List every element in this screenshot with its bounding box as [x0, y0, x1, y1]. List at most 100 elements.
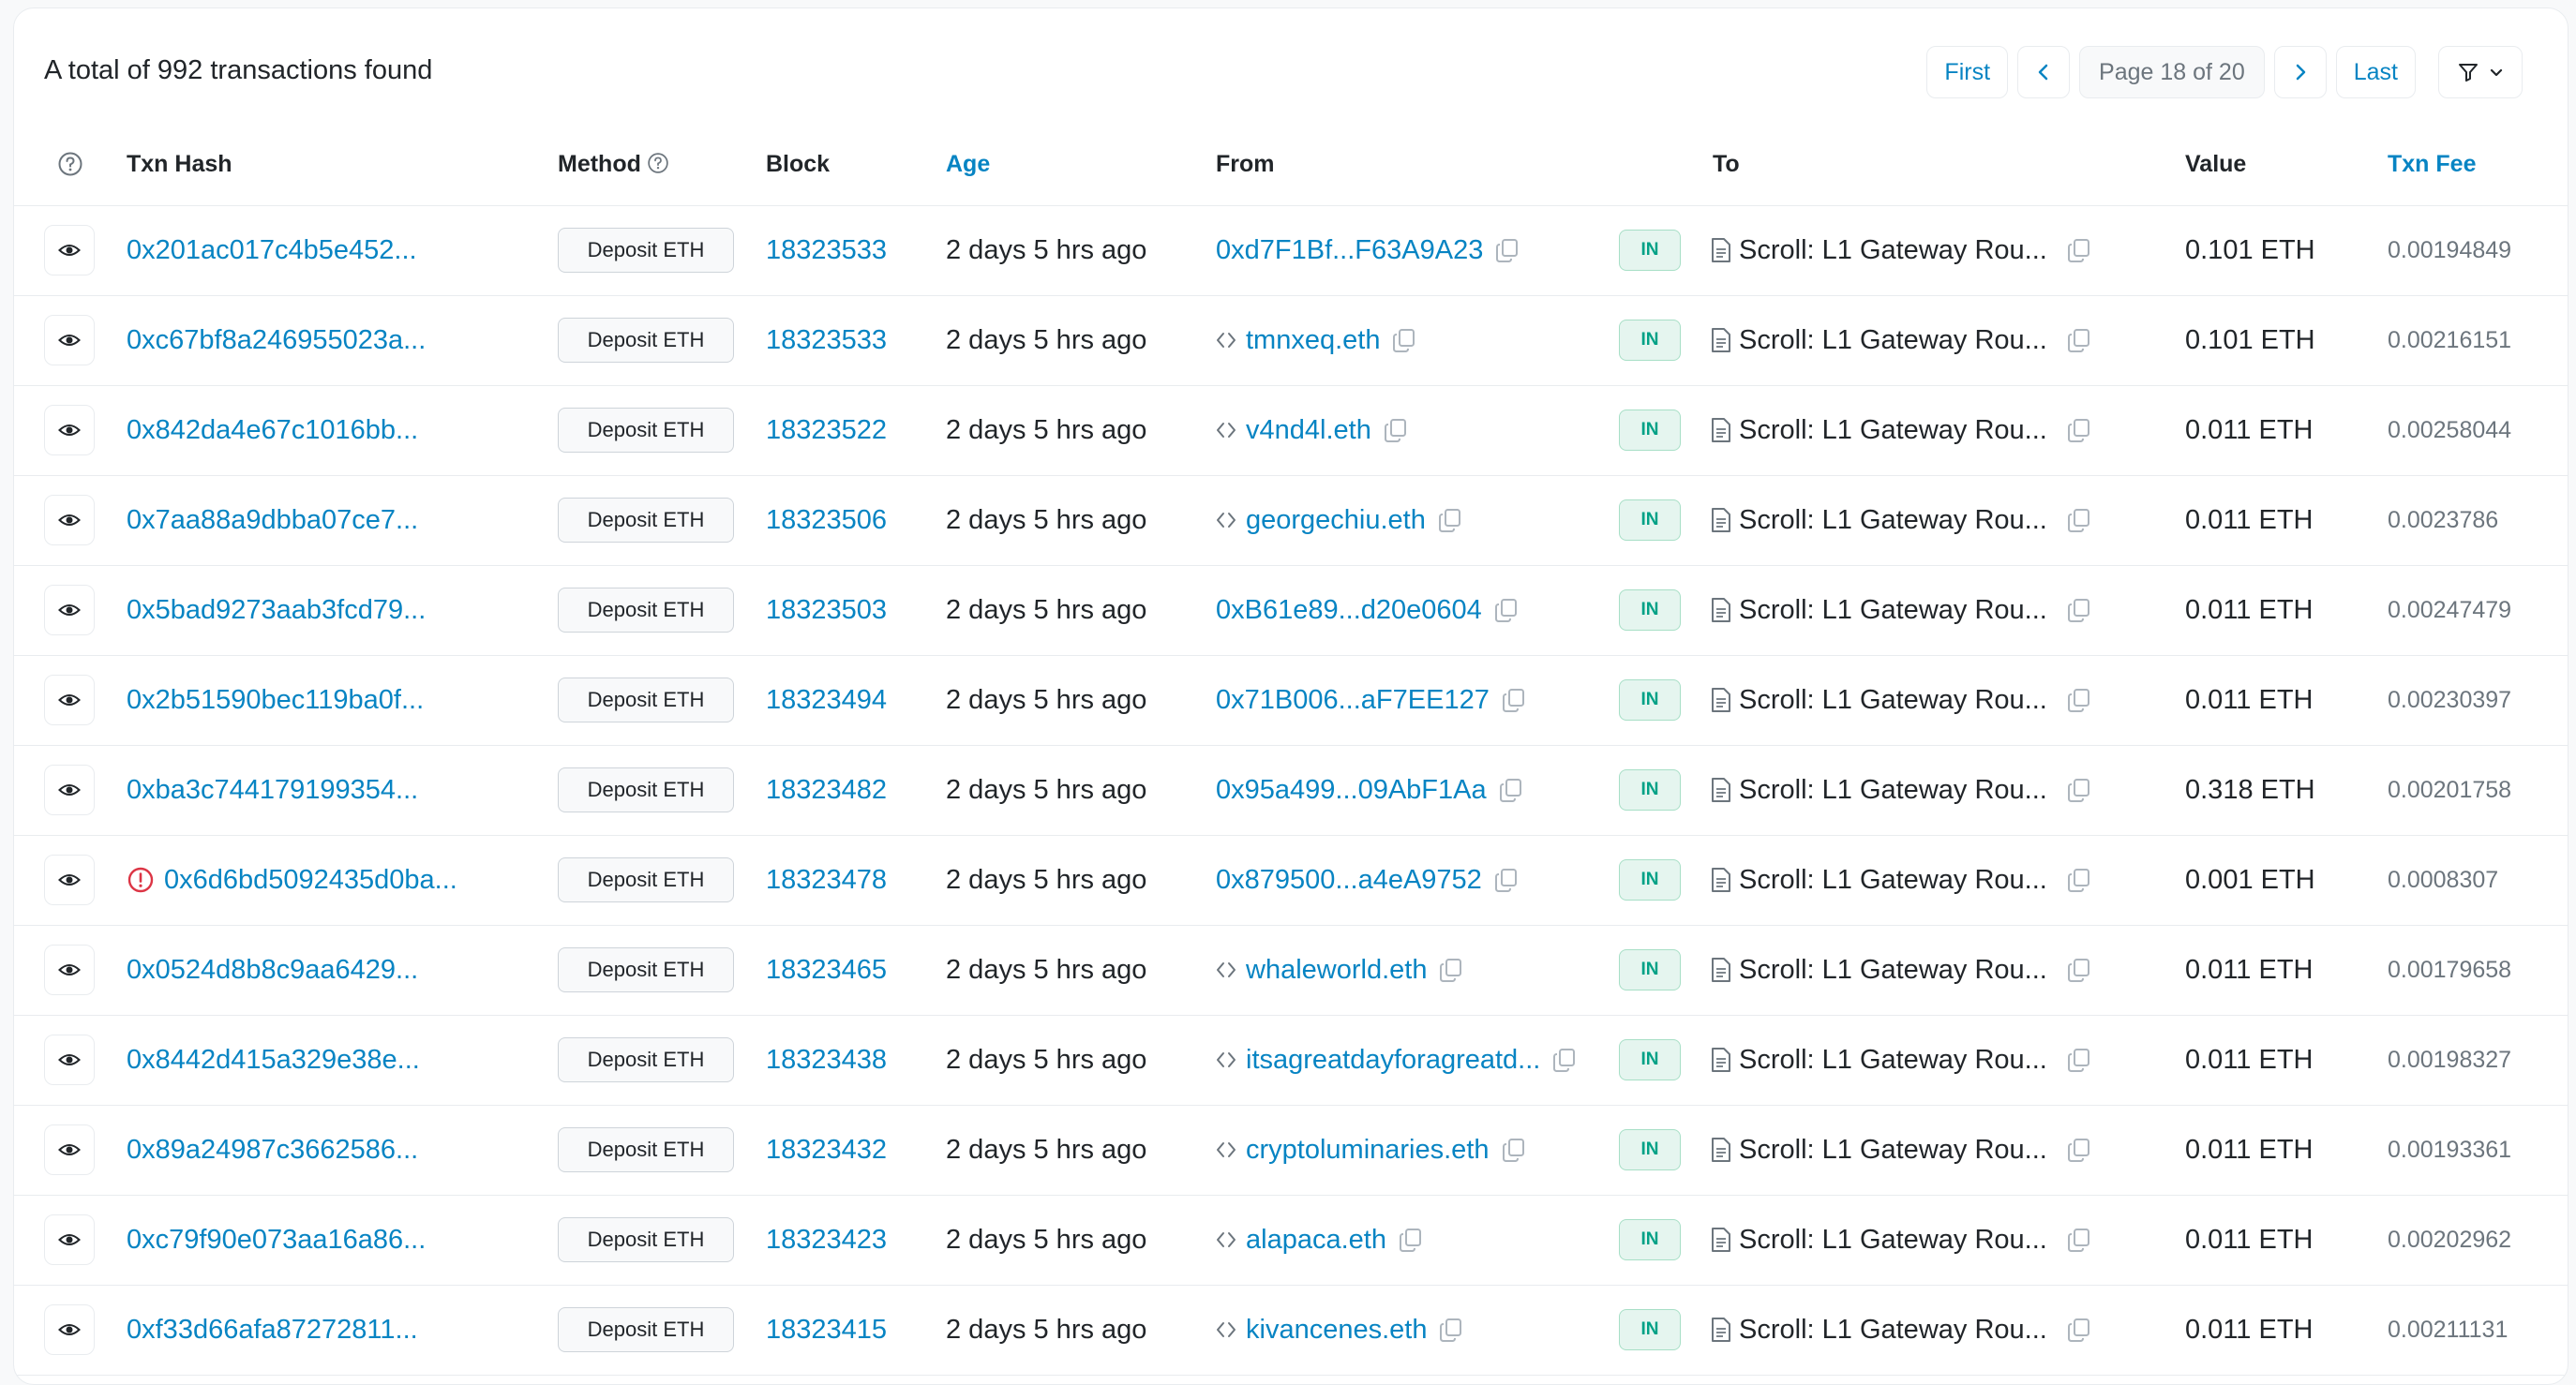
from-address-link[interactable]: itsagreatdayforagreatd...	[1246, 1045, 1540, 1076]
view-details-button[interactable]	[44, 585, 95, 635]
filter-button[interactable]	[2438, 46, 2523, 98]
copy-icon[interactable]	[2066, 687, 2092, 713]
copy-icon[interactable]	[2066, 597, 2092, 623]
block-link[interactable]: 18323478	[766, 835, 887, 925]
copy-icon[interactable]	[2066, 867, 2092, 893]
from-address-link[interactable]: v4nd4l.eth	[1246, 415, 1371, 446]
question-icon[interactable]	[57, 151, 83, 182]
copy-icon[interactable]	[1501, 687, 1527, 713]
to-address-link[interactable]: Scroll: L1 Gateway Rou...	[1739, 415, 2047, 446]
copy-icon[interactable]	[1493, 597, 1520, 623]
block-link[interactable]: 18323503	[766, 565, 887, 655]
txn-hash-link[interactable]: 0x6d6bd5092435d0ba...	[127, 835, 457, 925]
from-address-link[interactable]: kivancenes.eth	[1246, 1315, 1427, 1346]
to-address-link[interactable]: Scroll: L1 Gateway Rou...	[1739, 325, 2047, 356]
copy-icon[interactable]	[1493, 867, 1520, 893]
column-txn-fee[interactable]: Txn Fee	[2388, 151, 2476, 178]
to-address-link[interactable]: Scroll: L1 Gateway Rou...	[1739, 1225, 2047, 1256]
block-link[interactable]: 18323533	[766, 295, 887, 385]
view-details-button[interactable]	[44, 1214, 95, 1265]
to-address-link[interactable]: Scroll: L1 Gateway Rou...	[1739, 775, 2047, 806]
txn-hash-link[interactable]: 0x89a24987c3662586...	[127, 1105, 418, 1195]
txn-hash-link[interactable]: 0x5bad9273aab3fcd79...	[127, 565, 426, 655]
block-link[interactable]: 18323415	[766, 1285, 887, 1375]
to-address-link[interactable]: Scroll: L1 Gateway Rou...	[1739, 595, 2047, 626]
txn-hash-link[interactable]: 0xc67bf8a246955023a...	[127, 295, 426, 385]
view-details-button[interactable]	[44, 1304, 95, 1355]
to-address-link[interactable]: Scroll: L1 Gateway Rou...	[1739, 955, 2047, 986]
copy-icon[interactable]	[2066, 1317, 2092, 1343]
from-address-link[interactable]: tmnxeq.eth	[1246, 325, 1380, 356]
copy-icon[interactable]	[1494, 237, 1520, 263]
previous-page-button[interactable]	[2017, 46, 2071, 98]
txn-hash-link[interactable]: 0x8442d415a329e38e...	[127, 1015, 420, 1105]
copy-icon[interactable]	[1498, 777, 1524, 803]
copy-icon[interactable]	[1383, 417, 1409, 443]
copy-icon[interactable]	[1437, 507, 1463, 533]
to-address-link[interactable]: Scroll: L1 Gateway Rou...	[1739, 865, 2047, 896]
to-address-link[interactable]: Scroll: L1 Gateway Rou...	[1739, 1135, 2047, 1166]
column-age[interactable]: Age	[946, 151, 990, 178]
copy-icon[interactable]	[2066, 327, 2092, 353]
from-address-link[interactable]: alapaca.eth	[1246, 1225, 1386, 1256]
txn-hash-link[interactable]: 0xf33d66afa87272811...	[127, 1285, 418, 1375]
block-link[interactable]: 18323522	[766, 385, 887, 475]
from-address-link[interactable]: 0x95a499...09AbF1Aa	[1216, 775, 1487, 806]
next-page-button[interactable]	[2273, 46, 2327, 98]
txn-hash-link[interactable]: 0xc79f90e073aa16a86...	[127, 1195, 426, 1285]
view-details-button[interactable]	[44, 765, 95, 815]
from-address-link[interactable]: 0xd7F1Bf...F63A9A23	[1216, 235, 1483, 266]
from-address-link[interactable]: 0x71B006...aF7EE127	[1216, 685, 1490, 716]
txn-hash-link[interactable]: 0x842da4e67c1016bb...	[127, 385, 418, 475]
to-address-link[interactable]: Scroll: L1 Gateway Rou...	[1739, 1315, 2047, 1346]
view-details-button[interactable]	[44, 855, 95, 905]
copy-icon[interactable]	[2066, 777, 2092, 803]
block-link[interactable]: 18323432	[766, 1105, 887, 1195]
copy-icon[interactable]	[2066, 1137, 2092, 1163]
txn-hash-link[interactable]: 0x2b51590bec119ba0f...	[127, 655, 424, 745]
block-link[interactable]: 18323494	[766, 655, 887, 745]
block-link[interactable]: 18323506	[766, 475, 887, 565]
block-link[interactable]: 18323533	[766, 205, 887, 295]
copy-icon[interactable]	[2066, 1047, 2092, 1073]
view-details-button[interactable]	[44, 495, 95, 545]
to-address-link[interactable]: Scroll: L1 Gateway Rou...	[1739, 235, 2047, 266]
block-link[interactable]: 18323438	[766, 1015, 887, 1105]
copy-icon[interactable]	[1551, 1047, 1578, 1073]
from-address-link[interactable]: cryptoluminaries.eth	[1246, 1135, 1490, 1166]
view-details-button[interactable]	[44, 675, 95, 725]
from-address-link[interactable]: georgechiu.eth	[1246, 505, 1426, 536]
last-page-button[interactable]: Last	[2335, 46, 2416, 98]
block-link[interactable]: 18323482	[766, 745, 887, 835]
copy-icon[interactable]	[1398, 1227, 1424, 1253]
copy-icon[interactable]	[2066, 417, 2092, 443]
copy-icon[interactable]	[1391, 327, 1417, 353]
to-address-link[interactable]: Scroll: L1 Gateway Rou...	[1739, 505, 2047, 536]
txn-hash-link[interactable]: 0x0524d8b8c9aa6429...	[127, 925, 418, 1015]
view-details-button[interactable]	[44, 315, 95, 365]
view-details-button[interactable]	[44, 405, 95, 455]
copy-icon[interactable]	[2066, 957, 2092, 983]
to-address-link[interactable]: Scroll: L1 Gateway Rou...	[1739, 685, 2047, 716]
txn-hash-link[interactable]: 0x201ac017c4b5e452...	[127, 205, 417, 295]
from-address-link[interactable]: whaleworld.eth	[1246, 955, 1427, 986]
txn-hash-link[interactable]: 0x7aa88a9dbba07ce7...	[127, 475, 418, 565]
copy-icon[interactable]	[1501, 1137, 1527, 1163]
view-details-button[interactable]	[44, 1124, 95, 1175]
from-address-link[interactable]: 0xB61e89...d20e0604	[1216, 595, 1482, 626]
copy-icon[interactable]	[1438, 957, 1464, 983]
copy-icon[interactable]	[2066, 1227, 2092, 1253]
question-icon[interactable]	[647, 152, 669, 181]
txn-hash-link[interactable]: 0xba3c744179199354...	[127, 745, 418, 835]
block-link[interactable]: 18323423	[766, 1195, 887, 1285]
view-details-button[interactable]	[44, 225, 95, 276]
view-details-button[interactable]	[44, 1035, 95, 1085]
to-address-link[interactable]: Scroll: L1 Gateway Rou...	[1739, 1045, 2047, 1076]
first-page-button[interactable]: First	[1926, 46, 2009, 98]
block-link[interactable]: 18323465	[766, 925, 887, 1015]
copy-icon[interactable]	[2066, 237, 2092, 263]
view-details-button[interactable]	[44, 945, 95, 995]
from-address-link[interactable]: 0x879500...a4eA9752	[1216, 865, 1482, 896]
copy-icon[interactable]	[2066, 507, 2092, 533]
copy-icon[interactable]	[1438, 1317, 1464, 1343]
